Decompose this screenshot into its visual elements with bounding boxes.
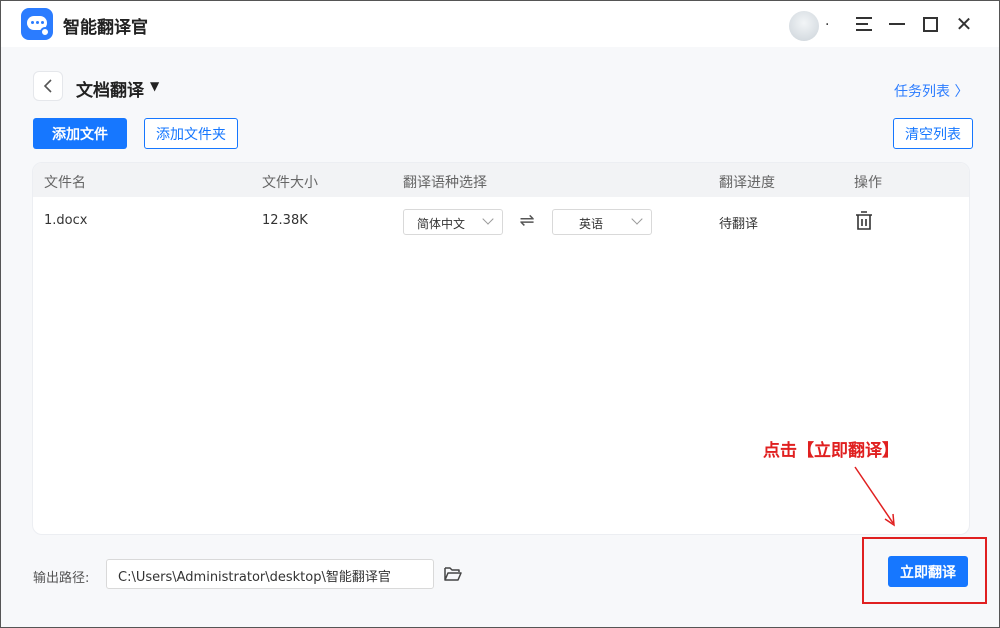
chevron-down-icon	[482, 213, 494, 225]
column-header-file-name: 文件名	[44, 175, 86, 191]
close-icon[interactable]: ✕	[951, 11, 977, 37]
menu-icon[interactable]	[851, 11, 877, 37]
add-folder-button[interactable]: 添加文件夹	[144, 118, 238, 149]
source-language-select[interactable]: 简体中文	[403, 209, 503, 235]
page-title: 文档翻译	[76, 81, 144, 101]
output-path-field[interactable]: C:\Users\Administrator\desktop\智能翻译官	[106, 559, 434, 589]
column-header-language: 翻译语种选择	[403, 175, 487, 191]
source-language-value: 简体中文	[417, 217, 466, 231]
table-row: 1.docx 12.38K 简体中文 ⇌ 英语 待翻译	[33, 197, 969, 247]
column-header-action: 操作	[854, 175, 882, 191]
task-list-link[interactable]: 任务列表 〉	[894, 81, 968, 101]
caret-down-icon[interactable]: ▼	[150, 79, 159, 93]
minimize-icon[interactable]	[884, 11, 910, 37]
chevron-left-icon	[43, 79, 52, 93]
column-header-progress: 翻译进度	[719, 175, 775, 191]
annotation-arrow	[854, 466, 895, 527]
chevron-down-icon	[631, 213, 643, 225]
output-path-label: 输出路径:	[33, 571, 90, 586]
swap-languages-icon[interactable]: ⇌	[516, 211, 538, 231]
file-name: 1.docx	[44, 213, 88, 228]
table-header: 文件名 文件大小 翻译语种选择 翻译进度 操作	[33, 163, 969, 197]
back-button[interactable]	[33, 71, 63, 101]
user-avatar[interactable]	[789, 11, 819, 41]
title-bar: 智能翻译官 . ✕	[1, 1, 999, 47]
column-header-file-size: 文件大小	[262, 175, 318, 191]
target-language-select[interactable]: 英语	[552, 209, 652, 235]
app-window: 智能翻译官 . ✕ 文档翻译 ▼ 任务列表 〉 添加文件 添加文件夹 清空列表 …	[0, 0, 1000, 628]
app-title: 智能翻译官	[63, 18, 148, 38]
annotation-text: 点击【立即翻译】	[763, 441, 899, 461]
translate-now-button[interactable]: 立即翻译	[888, 556, 968, 587]
trash-icon[interactable]	[855, 211, 873, 231]
file-size: 12.38K	[262, 213, 308, 228]
avatar-suffix: .	[825, 13, 830, 29]
app-logo-icon	[21, 8, 53, 40]
folder-open-icon[interactable]	[444, 566, 462, 582]
clear-list-button[interactable]: 清空列表	[893, 118, 973, 149]
maximize-icon[interactable]	[917, 11, 943, 37]
file-table: 文件名 文件大小 翻译语种选择 翻译进度 操作 1.docx 12.38K 简体…	[32, 162, 970, 535]
target-language-value: 英语	[579, 217, 604, 231]
translation-progress: 待翻译	[719, 217, 759, 232]
add-file-button[interactable]: 添加文件	[33, 118, 127, 149]
